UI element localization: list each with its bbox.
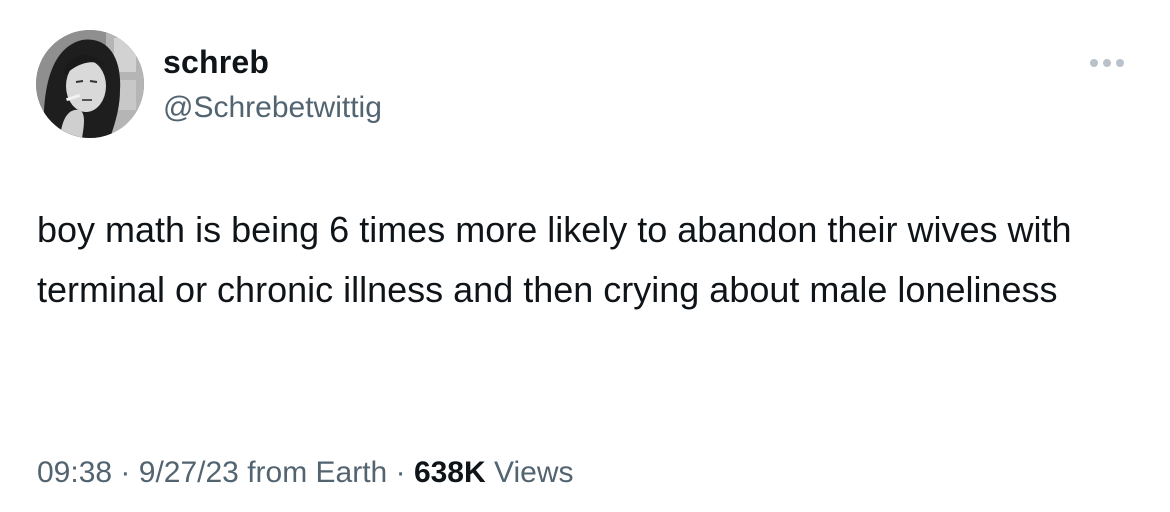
tweet-time[interactable]: 09:38 [37,456,112,489]
more-options-button[interactable] [1081,50,1133,76]
user-avatar[interactable] [36,30,144,138]
tweet-meta: 09:38 · 9/27/23 from Earth · 638K Views [37,453,573,493]
more-horizontal-icon [1116,59,1124,67]
tweet-card: schreb @Schrebetwittig boy math is being… [0,0,1170,512]
more-horizontal-icon [1103,59,1111,67]
views-label[interactable]: Views [494,456,573,489]
meta-separator: · [395,456,406,489]
author-handle[interactable]: @Schrebetwittig [163,88,382,128]
author-display-name[interactable]: schreb [163,42,269,82]
more-horizontal-icon [1090,59,1098,67]
avatar-photo-icon [36,30,144,138]
views-count[interactable]: 638K [414,456,486,489]
tweet-text: boy math is being 6 times more likely to… [37,209,1072,310]
tweet-source: from Earth [247,456,388,489]
tweet-date[interactable]: 9/27/23 [139,456,239,489]
meta-separator: · [120,456,131,489]
